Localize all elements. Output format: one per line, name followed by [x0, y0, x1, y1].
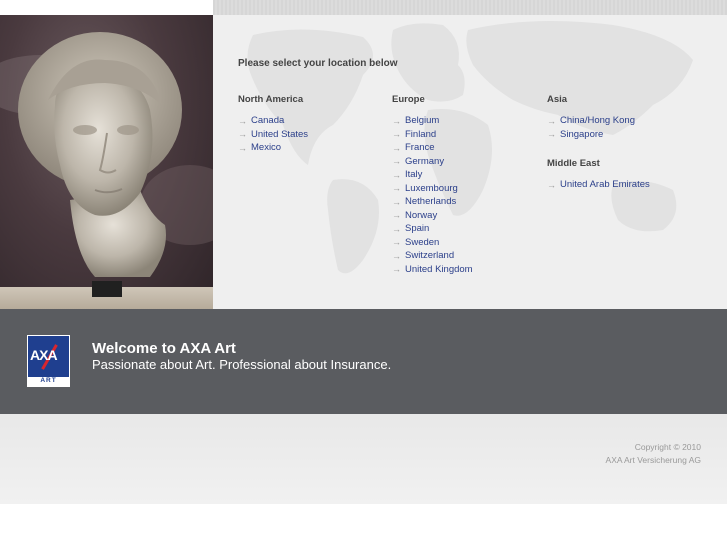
sculpture-image [0, 15, 213, 309]
arrow-right-icon: → [392, 169, 401, 180]
country-link-canada[interactable]: → Canada [238, 114, 308, 128]
arrow-right-icon: → [547, 115, 556, 126]
copyright-block: Copyright © 2010 AXA Art Versicherung AG [606, 441, 701, 466]
country-label: Netherlands [405, 196, 457, 208]
region-europe: Europe → Belgium → Finland → France → German… [392, 94, 473, 276]
country-link-sweden[interactable]: → Sweden [392, 236, 473, 250]
country-link-italy[interactable]: → Italy [392, 168, 473, 182]
bust-base [92, 281, 122, 297]
country-link-united-kingdom[interactable]: → United Kingdom [392, 263, 473, 277]
welcome-title: Welcome to AXA Art [92, 340, 236, 357]
country-link-germany[interactable]: → Germany [392, 155, 473, 169]
country-label: Finland [405, 128, 437, 140]
arrow-right-icon: → [392, 129, 401, 140]
country-label: Spain [405, 223, 430, 235]
country-link-luxembourg[interactable]: → Luxembourg [392, 182, 473, 196]
arrow-right-icon: → [392, 183, 401, 194]
arrow-right-icon: → [238, 129, 247, 140]
arrow-right-icon: → [392, 250, 401, 261]
arrow-right-icon: → [392, 115, 401, 126]
region-title: Middle East [547, 158, 600, 169]
bust-illustration [18, 32, 182, 277]
country-label: Mexico [251, 142, 282, 154]
arrow-right-icon: → [547, 179, 556, 190]
top-strip [213, 0, 727, 15]
country-label: Singapore [560, 128, 604, 140]
country-list: → Belgium → Finland → France → Germany → Ital… [392, 114, 473, 276]
axa-art-logo[interactable]: AXA ART [27, 335, 70, 387]
country-label: Germany [405, 155, 445, 167]
country-label: Belgium [405, 115, 440, 127]
country-link-united-arab-emirates[interactable]: → United Arab Emirates [547, 178, 650, 192]
country-label: Norway [405, 209, 438, 221]
welcome-banner: AXA ART Welcome to AXA Art Passionate ab… [0, 309, 727, 414]
country-label: United Kingdom [405, 263, 473, 275]
region-title: Asia [547, 94, 568, 105]
arrow-right-icon: → [392, 237, 401, 248]
copyright-text: Copyright © 2010 [634, 442, 701, 452]
arrow-right-icon: → [238, 115, 247, 126]
country-link-mexico[interactable]: → Mexico [238, 141, 308, 155]
country-label: United States [251, 128, 309, 140]
country-link-belgium[interactable]: → Belgium [392, 114, 473, 128]
location-heading: Please select your location below [238, 58, 398, 69]
country-link-france[interactable]: → France [392, 141, 473, 155]
welcome-tagline: Passionate about Art. Professional about… [92, 357, 392, 372]
country-link-spain[interactable]: → Spain [392, 222, 473, 236]
top-strip-left [0, 0, 213, 15]
country-link-netherlands[interactable]: → Netherlands [392, 195, 473, 209]
country-label: Canada [251, 115, 285, 127]
region-asia: Asia → China/Hong Kong → Singapore [547, 94, 635, 141]
logo-subtext: ART [40, 377, 57, 384]
country-label: Switzerland [405, 250, 455, 262]
arrow-right-icon: → [392, 264, 401, 275]
arrow-right-icon: → [392, 196, 401, 207]
country-link-switzerland[interactable]: → Switzerland [392, 249, 473, 263]
country-link-united-states[interactable]: → United States [238, 128, 308, 142]
country-label: Luxembourg [405, 182, 458, 194]
country-label: Italy [405, 169, 423, 181]
country-label: China/Hong Kong [560, 115, 635, 127]
location-panel: Please select your location below North … [213, 15, 727, 309]
country-list: → United Arab Emirates [547, 178, 650, 192]
arrow-right-icon: → [392, 210, 401, 221]
footer: Copyright © 2010 AXA Art Versicherung AG [0, 414, 727, 504]
company-name: AXA Art Versicherung AG [605, 454, 701, 465]
country-link-singapore[interactable]: → Singapore [547, 128, 635, 142]
arrow-right-icon: → [392, 142, 401, 153]
country-list: → Canada → United States → Mexico [238, 114, 308, 155]
region-title: Europe [392, 94, 425, 105]
arrow-right-icon: → [392, 223, 401, 234]
country-link-norway[interactable]: → Norway [392, 209, 473, 223]
country-link-china-hong-kong[interactable]: → China/Hong Kong [547, 114, 635, 128]
arrow-right-icon: → [547, 129, 556, 140]
region-title: North America [238, 94, 304, 105]
region-north-america: North America → Canada → United States → Me… [238, 94, 308, 155]
logo-text: AXA [30, 347, 58, 363]
arrow-right-icon: → [392, 156, 401, 167]
country-list: → China/Hong Kong → Singapore [547, 114, 635, 141]
region-middle-east: Middle East → United Arab Emirates [547, 158, 650, 192]
country-label: United Arab Emirates [560, 179, 650, 191]
country-label: Sweden [405, 236, 440, 248]
arrow-right-icon: → [238, 142, 247, 153]
country-label: France [405, 142, 435, 154]
country-link-finland[interactable]: → Finland [392, 128, 473, 142]
